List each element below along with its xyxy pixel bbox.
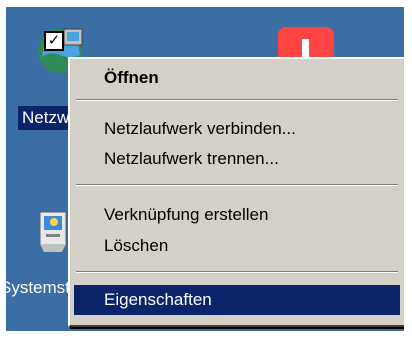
menu-separator [76,99,398,101]
menu-separator [76,184,398,186]
menu-item-delete[interactable]: Löschen [74,231,400,261]
menu-item-properties[interactable]: Eigenschaften [74,285,400,315]
checkbox-icon[interactable]: ✓ [44,31,64,51]
control-panel-icon[interactable] [36,210,70,254]
context-menu: Öffnen Netzlaufwerk verbinden... Netzlau… [68,57,404,327]
desktop: ✓ Netzwerkumgebung Systemsteuerung Öffne… [6,7,404,331]
menu-item-map-network-drive[interactable]: Netzlaufwerk verbinden... [74,114,400,144]
menu-item-disconnect-network-drive[interactable]: Netzlaufwerk trennen... [74,144,400,174]
menu-separator [76,271,398,273]
menu-item-create-shortcut[interactable]: Verknüpfung erstellen [74,200,400,230]
menu-item-open[interactable]: Öffnen [74,63,400,93]
